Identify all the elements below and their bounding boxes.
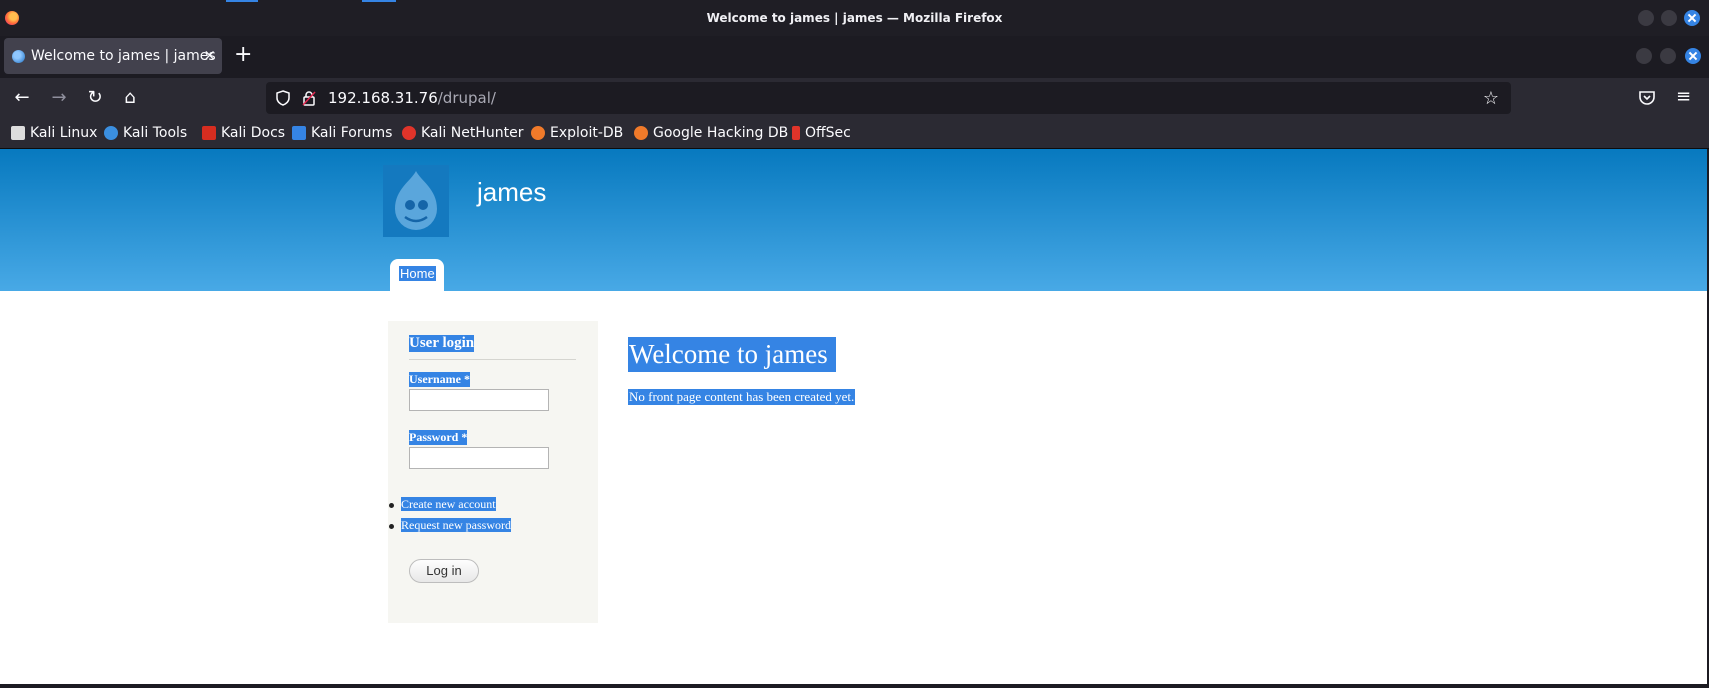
site-name[interactable]: james (477, 177, 546, 208)
close-tab-icon[interactable]: × (203, 46, 216, 64)
url-host: 192.168.31.76 (328, 89, 438, 107)
bookmark-exploit-db[interactable]: Exploit-DB (531, 124, 623, 142)
bookmark-offsec[interactable]: OffSec (792, 124, 851, 142)
bookmark-label: Kali Docs (221, 125, 286, 141)
url-text[interactable]: 192.168.31.76/drupal/ (328, 89, 496, 107)
hamburger-menu-icon[interactable]: ≡ (1676, 86, 1691, 107)
minimize-button[interactable] (1638, 10, 1654, 26)
back-button[interactable]: ← (10, 86, 34, 110)
bullet (389, 523, 394, 529)
bookmark-label: Kali Linux (30, 125, 98, 141)
login-heading: User login (409, 335, 475, 352)
username-input[interactable] (409, 389, 549, 411)
username-label: Username * (409, 372, 470, 387)
nav-tab-home-label: Home (399, 266, 436, 281)
window-titlebar: Welcome to james | james — Mozilla Firef… (0, 0, 1709, 36)
url-bar[interactable]: 192.168.31.76/drupal/ ☆ (266, 82, 1511, 114)
nav-tab-home[interactable]: Home (390, 259, 444, 291)
offsec-icon (792, 126, 800, 140)
close-window-button[interactable] (1684, 10, 1700, 26)
bookmark-label: Kali Tools (123, 125, 188, 141)
heading-divider (409, 359, 576, 360)
tab-title: Welcome to james | james (31, 48, 216, 64)
bookmark-label: Exploit-DB (550, 125, 624, 141)
lock-icon[interactable] (302, 90, 316, 106)
kali-dragon-icon (11, 126, 25, 140)
bookmarks-bar: Kali Linux Kali Tools Kali Docs Kali For… (0, 118, 1709, 149)
bookmark-kali-docs[interactable]: Kali Docs (202, 124, 285, 142)
bookmark-kali-linux[interactable]: Kali Linux (11, 124, 97, 142)
bookmark-label: Kali Forums (311, 125, 393, 141)
bookmark-kali-forums[interactable]: Kali Forums (292, 124, 392, 142)
tabbar-close-button[interactable] (1685, 48, 1701, 64)
new-tab-button[interactable]: + (234, 44, 252, 66)
pocket-icon[interactable] (1638, 89, 1656, 107)
bookmark-kali-nethunter[interactable]: Kali NetHunter (402, 124, 523, 142)
exploit-db-icon (531, 126, 545, 140)
titlebar-accent (226, 0, 258, 2)
tabbar-maximize-button[interactable] (1660, 48, 1676, 64)
bookmark-label: OffSec (805, 125, 851, 141)
password-label: Password * (409, 430, 468, 445)
front-page-message: No front page content has been created y… (628, 389, 856, 405)
ghdb-icon (634, 126, 648, 140)
page-content: james Home User login Username * Passwor… (0, 149, 1709, 684)
bookmark-label: Google Hacking DB (653, 125, 789, 141)
request-password-link[interactable]: Request new password (401, 518, 511, 532)
request-password-item: Request new password (389, 518, 511, 533)
nethunter-icon (402, 126, 416, 140)
site-header: james Home (0, 149, 1707, 291)
forward-button[interactable]: → (47, 86, 71, 110)
kali-tools-icon (104, 126, 118, 140)
create-account-link[interactable]: Create new account (401, 497, 496, 511)
url-path: /drupal/ (437, 89, 496, 107)
tracking-shield-icon[interactable] (276, 90, 290, 106)
tabbar-minimize-button[interactable] (1636, 48, 1652, 64)
tab-bar: Welcome to james | james × + (0, 36, 1709, 78)
home-button[interactable]: ⌂ (118, 86, 142, 110)
bookmark-star-icon[interactable]: ☆ (1483, 88, 1499, 109)
reload-button[interactable]: ↻ (83, 86, 107, 110)
bookmark-label: Kali NetHunter (421, 125, 524, 141)
user-login-block: User login Username * Password * Create … (388, 321, 598, 623)
log-in-button[interactable]: Log in (409, 559, 479, 583)
password-input[interactable] (409, 447, 549, 469)
drupal-logo-icon[interactable] (383, 165, 449, 237)
create-account-item: Create new account (389, 497, 496, 512)
page-title: Welcome to james (628, 337, 836, 372)
titlebar-accent (362, 0, 396, 2)
navigation-bar: ← → ↻ ⌂ 192.168.31.76/drupal/ ☆ ≡ (0, 78, 1709, 118)
bookmark-kali-tools[interactable]: Kali Tools (104, 124, 187, 142)
window-title: Welcome to james | james — Mozilla Firef… (706, 11, 1003, 25)
drupal-favicon-icon (12, 50, 25, 63)
maximize-button[interactable] (1661, 10, 1677, 26)
bullet (389, 502, 394, 508)
bookmark-google-hacking-db[interactable]: Google Hacking DB (634, 124, 788, 142)
kali-docs-icon (202, 126, 216, 140)
kali-forums-icon (292, 126, 306, 140)
tab-active[interactable]: Welcome to james | james × (4, 38, 222, 74)
